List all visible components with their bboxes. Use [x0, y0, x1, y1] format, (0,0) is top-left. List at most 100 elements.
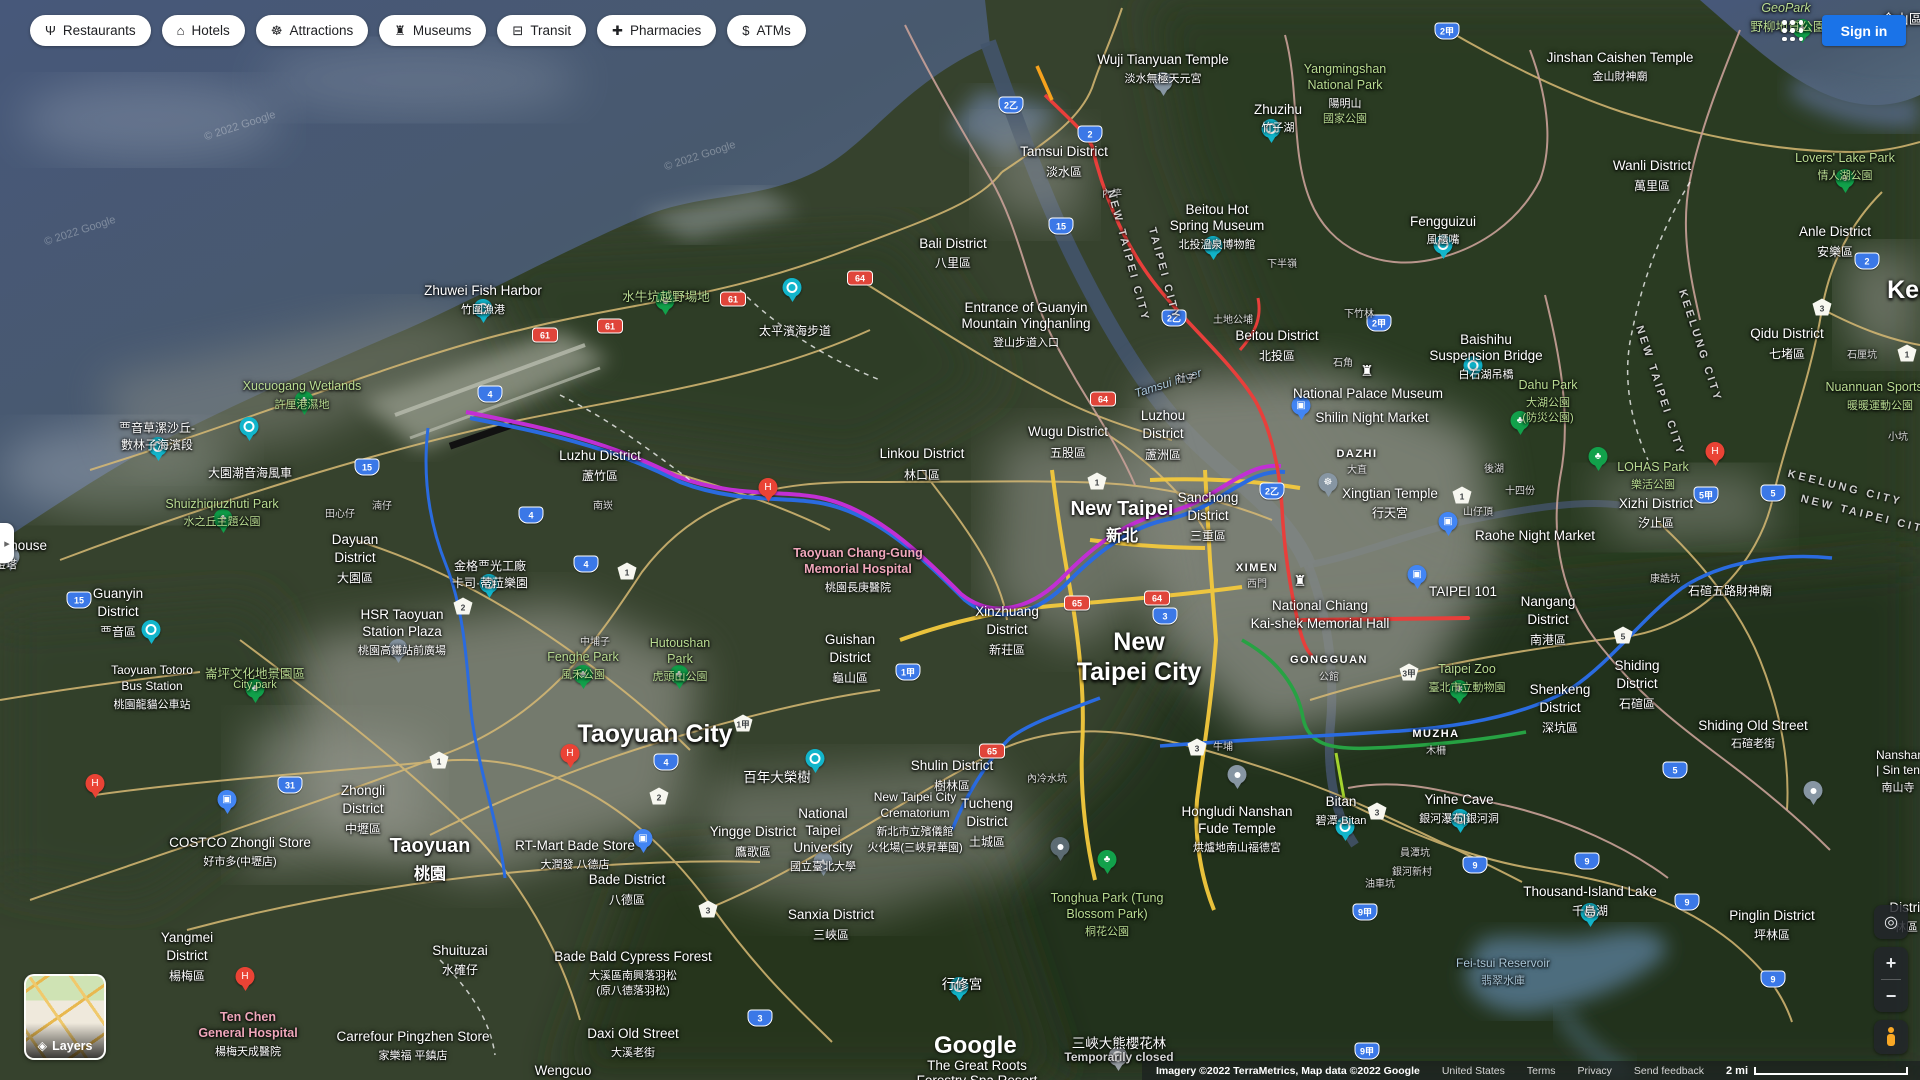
map-place-label[interactable]: 銀河瀑布|銀河洞	[1419, 810, 1499, 826]
map-place-label[interactable]: Nanshan	[1876, 748, 1920, 762]
map-place-label[interactable]: Kai-shek Memorial Hall	[1251, 616, 1390, 631]
pegman-button[interactable]	[1874, 1020, 1908, 1054]
map-place-label[interactable]: 三重區	[1190, 527, 1226, 544]
map-place-label[interactable]: Raohe Night Market	[1475, 528, 1595, 543]
map-place-label[interactable]: 北投區	[1259, 347, 1295, 364]
map-place-label[interactable]: Park	[667, 652, 693, 666]
palace-icon[interactable]: ♜	[1360, 362, 1373, 380]
map-place-label[interactable]: 大溪區南興落羽松	[589, 967, 677, 983]
map-place-label[interactable]: 風禾公園	[561, 666, 605, 682]
tree-pin[interactable]: ♣	[1098, 850, 1117, 869]
map-place-label[interactable]: 南山寺	[1882, 779, 1915, 795]
map-place-label[interactable]: GeoPark	[1761, 1, 1810, 15]
map-place-label[interactable]: GONGGUAN	[1290, 654, 1368, 666]
map-place-label[interactable]: Zhuzihu	[1254, 102, 1302, 117]
map-place-label[interactable]: Shuizhiqiuzhuti Park	[165, 497, 278, 511]
hospital-pin[interactable]: H	[1706, 442, 1725, 461]
map-place-label[interactable]: 火化場(三峽昇華園)	[867, 839, 962, 855]
map-place-label[interactable]: General Hospital	[198, 1026, 297, 1040]
hospital-pin[interactable]: H	[236, 967, 255, 986]
map-place-label[interactable]: National	[798, 806, 848, 821]
map-place-label[interactable]: Hutoushan	[650, 636, 710, 650]
map-place-label[interactable]: Yingge District	[710, 824, 797, 839]
map-place-label[interactable]: District	[829, 650, 870, 665]
map-place-label[interactable]: 鷹歌區	[735, 843, 771, 860]
map-place-label[interactable]: 桐花公園	[1085, 923, 1129, 939]
shopping-pin[interactable]: ▣	[1439, 512, 1458, 531]
map-place-label[interactable]: Anle District	[1799, 224, 1871, 239]
map-place-label[interactable]: Nuannuan Sports P	[1825, 380, 1920, 394]
map-place-label[interactable]: 桃園龍貓公車站	[114, 696, 191, 712]
map-place-label[interactable]: Guanyin	[93, 586, 143, 601]
map-place-label[interactable]: 林口區	[904, 466, 940, 483]
map-place-label[interactable]: 白石湖吊橋	[1459, 366, 1514, 382]
map-place-label[interactable]: COSTCO Zhongli Store	[169, 835, 311, 850]
map-place-label[interactable]: 卡司·蒂菈樂園	[452, 574, 528, 591]
map-place-label[interactable]: 好市多(中壢店)	[203, 853, 276, 869]
map-place-label[interactable]: 八里區	[935, 254, 971, 271]
map-place-label[interactable]: Dahu Park	[1518, 378, 1577, 392]
map-place-label[interactable]: 龜山區	[832, 669, 868, 686]
map-place-label[interactable]: Kee	[1887, 276, 1920, 305]
map-place-label[interactable]: 暖暖運動公園	[1847, 397, 1913, 413]
map-place-label[interactable]: Entrance of Guanyin	[964, 300, 1087, 315]
map-place-label[interactable]: 水牛坑越野場地	[622, 286, 710, 305]
dark-pin[interactable]	[1051, 837, 1070, 856]
attribution-link-united-states[interactable]: United States	[1442, 1065, 1505, 1077]
chip-museums[interactable]: ♜Museums	[379, 15, 486, 46]
map-place-label[interactable]: 行天宮	[1372, 504, 1408, 521]
map-place-label[interactable]: 大湖公園	[1526, 394, 1570, 410]
map-place-label[interactable]: District	[1142, 426, 1183, 441]
map-place-label[interactable]: 覀音草漯沙丘-	[119, 419, 195, 436]
map-place-label[interactable]: Beitou Hot	[1185, 202, 1248, 217]
map-place-label[interactable]: Bitan	[1326, 794, 1357, 809]
map-place-label[interactable]: Ten Chen	[220, 1010, 276, 1024]
map-place-label[interactable]: 北投溫泉博物館	[1179, 236, 1256, 252]
map-place-label[interactable]: 楊梅區	[169, 967, 205, 984]
map-place-label[interactable]: 碧潭-Bitan	[1316, 812, 1367, 828]
chip-transit[interactable]: ⊟Transit	[497, 15, 586, 46]
map-place-label[interactable]: District	[1527, 612, 1568, 627]
map-place-label[interactable]: Bade District	[589, 872, 666, 887]
map-place-label[interactable]: 安樂區	[1817, 243, 1853, 260]
map-place-label[interactable]: Dayuan	[332, 532, 379, 547]
map-place-label[interactable]: Taipei City	[1077, 658, 1202, 687]
map-place-label[interactable]: Fenghe Park	[547, 650, 619, 664]
map-place-label[interactable]: HSR Taoyuan	[360, 607, 443, 622]
map-place-label[interactable]: 大園區	[337, 569, 373, 586]
gray-pin[interactable]	[1228, 765, 1247, 784]
shopping-pin[interactable]: ▣	[634, 829, 653, 848]
camera-pin[interactable]	[240, 417, 259, 436]
map-place-label[interactable]: Wuji Tianyuan Temple	[1097, 52, 1229, 67]
map-place-label[interactable]: 中壢區	[345, 820, 381, 837]
map-place-label[interactable]: 南港區	[1530, 631, 1566, 648]
map-place-label[interactable]: 竹子湖	[1262, 119, 1295, 135]
map-place-label[interactable]: 行修宮	[942, 973, 983, 993]
map-place-label[interactable]: University	[793, 840, 852, 855]
map-place-label[interactable]: Crematorium	[880, 806, 949, 820]
map-place-label[interactable]: Qidu District	[1750, 326, 1824, 341]
map-place-label[interactable]: Jinshan Caishen Temple	[1547, 50, 1694, 65]
map-place-label[interactable]: National Palace Museum	[1293, 386, 1443, 401]
map-place-label[interactable]: Taipei Zoo	[1438, 662, 1496, 676]
map-place-label[interactable]: District	[1616, 676, 1657, 691]
map-place-label[interactable]: Shuituzai	[432, 943, 488, 958]
zoom-in-button[interactable]: +	[1874, 947, 1908, 979]
map-place-label[interactable]: Taoyuan City	[577, 720, 732, 749]
map-place-label[interactable]: 太平濱海步道	[759, 322, 831, 339]
camera-pin[interactable]	[142, 620, 161, 639]
map-place-label[interactable]: Shilin Night Market	[1315, 410, 1428, 425]
gray-pin[interactable]	[1804, 781, 1823, 800]
map-place-label[interactable]: Carrefour Pingzhen Store	[336, 1029, 489, 1044]
map-place-label[interactable]: 國家公園	[1323, 110, 1367, 126]
map-place-label[interactable]: 臺北市立動物園	[1429, 679, 1506, 695]
map-place-label[interactable]: Baishihu	[1460, 332, 1512, 347]
chip-hotels[interactable]: ⌂Hotels	[162, 15, 245, 46]
map-place-label[interactable]: Linkou District	[880, 446, 965, 461]
map-place-label[interactable]: Luzhu District	[559, 448, 641, 463]
hospital-pin[interactable]: H	[86, 774, 105, 793]
attribution-link-privacy[interactable]: Privacy	[1577, 1065, 1611, 1077]
map-place-label[interactable]: Shulin District	[911, 758, 994, 773]
map-place-label[interactable]: District	[1539, 700, 1580, 715]
map-place-label[interactable]: District	[334, 550, 375, 565]
